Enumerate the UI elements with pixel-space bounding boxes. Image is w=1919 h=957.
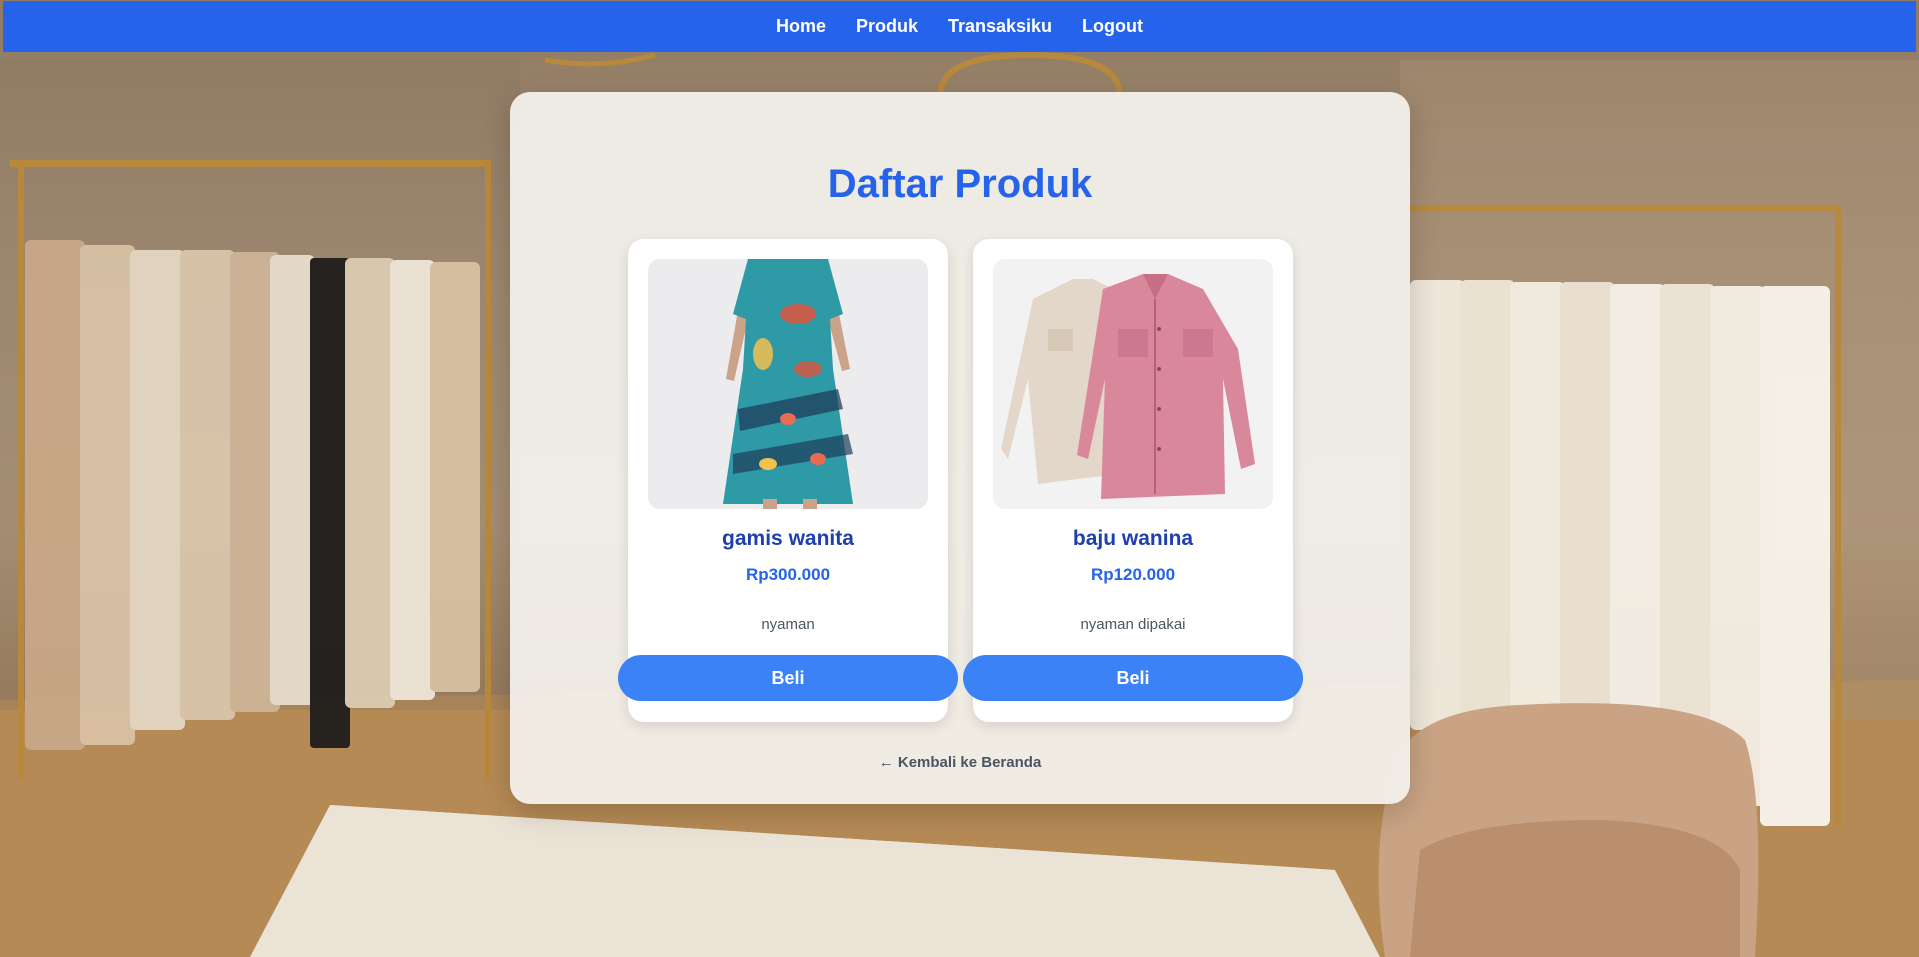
product-price: Rp120.000 — [1090, 565, 1176, 584]
product-list-panel: Daftar Produk gamis wanita Rp300.000 nya… — [510, 92, 1410, 804]
product-image-baju-wanina — [993, 259, 1273, 509]
buy-button[interactable]: Beli — [963, 655, 1303, 701]
product-description: nyaman — [761, 616, 815, 633]
product-name: baju wanina — [1072, 527, 1194, 550]
top-navbar: Home Produk Transaksiku Logout — [3, 1, 1916, 52]
page-title: Daftar Produk — [827, 162, 1093, 206]
nav-home[interactable]: Home — [776, 16, 826, 37]
product-name: gamis wanita — [722, 527, 854, 550]
product-image-gamis-wanita — [648, 259, 928, 509]
buy-button[interactable]: Beli — [618, 655, 958, 701]
teal-batik-dress-photo — [648, 259, 928, 509]
nav-logout[interactable]: Logout — [1082, 16, 1143, 37]
nav-produk[interactable]: Produk — [856, 16, 918, 37]
product-description: nyaman dipakai — [1080, 616, 1186, 633]
product-card: baju wanina Rp120.000 nyaman dipakai Bel… — [963, 239, 1303, 722]
back-to-home-link[interactable]: ← Kembali ke Beranda — [510, 754, 1410, 771]
nav-transaksiku[interactable]: Transaksiku — [948, 16, 1052, 37]
product-card: gamis wanita Rp300.000 nyaman Beli — [618, 239, 958, 722]
product-price: Rp300.000 — [745, 565, 831, 584]
pink-and-cream-shirts-photo — [993, 259, 1273, 509]
